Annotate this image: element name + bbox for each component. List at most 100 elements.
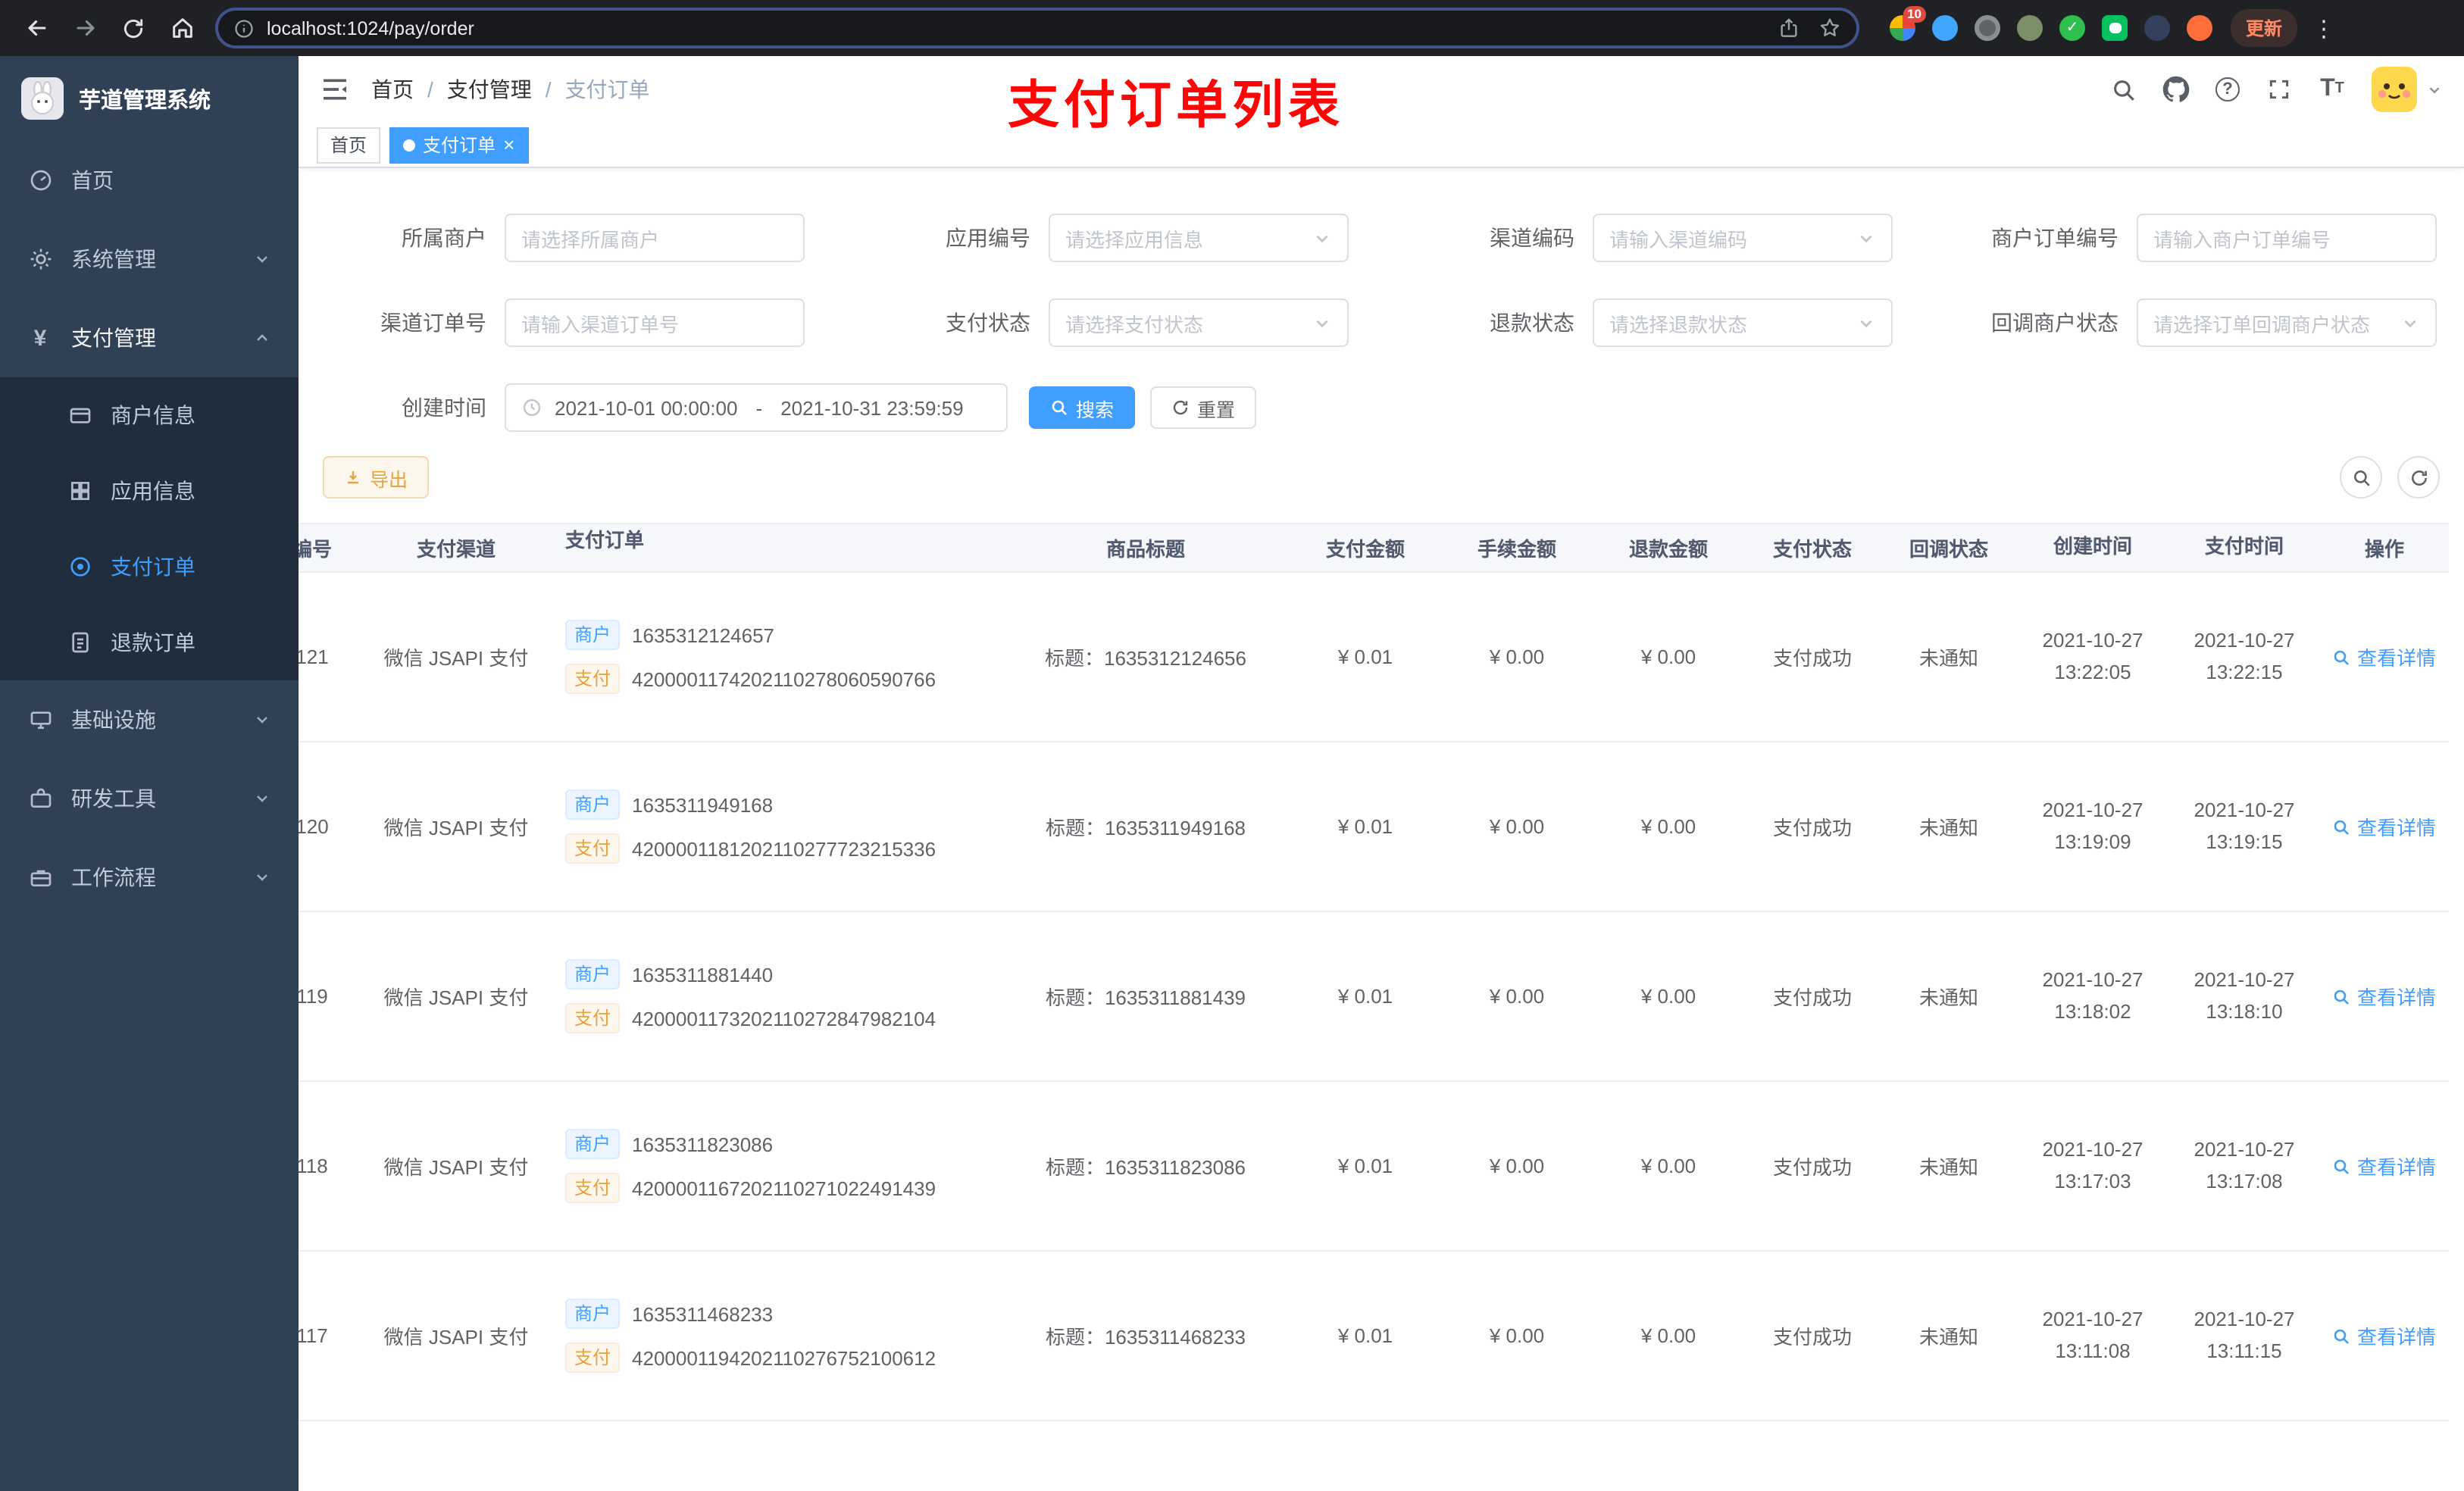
breadcrumb-home[interactable]: 首页 [371,74,414,105]
sidebar-item-label: 研发工具 [71,786,156,811]
cell-action: 查看详情 [2320,1082,2449,1250]
breadcrumb-separator: / [427,77,433,102]
reset-button[interactable]: 重置 [1150,386,1257,429]
order-number: 1635311949168 [632,793,774,816]
sidebar-toggle-icon[interactable] [320,74,350,105]
forward-icon[interactable] [64,7,106,49]
refresh-table-button[interactable] [2397,456,2440,499]
profile-avatar-icon[interactable] [2187,15,2212,41]
merchant-tag: 商户 [565,959,621,989]
table-header-row: 编号 支付渠道 支付订单 商品标题 支付金额 手续金额 退款金额 支付状态 回调… [299,523,2449,573]
cell-pay-time: 2021-10-27 13:11:15 [2194,1307,2295,1362]
cell-refund-amount: ¥ 0.00 [1640,815,1696,838]
order-number: 4200001174202110278060590766 [632,667,937,690]
cell-notify-status: 未通知 [1918,1326,1978,1349]
refresh-icon [1173,400,1188,415]
cell-pay-order: 商户 1635311881440 支付 42000011732021102728479… [547,912,1002,1080]
table-row: 120 微信 JSAPI 支付 商户 1635311949168 支付 420000118… [299,742,2449,912]
tab-pay-order[interactable]: 支付订单 × [389,127,529,163]
pay-tag: 支付 [565,1173,621,1203]
chrome-update-button[interactable]: 更新 [2231,9,2298,47]
merchant-order-no-input[interactable]: 请输入商户订单编号 [2137,214,2437,262]
create-time-range-picker[interactable]: 2021-10-01 00:00:00 - 2021-10-31 23:59:5… [505,383,1008,432]
view-detail-link[interactable]: 查看详情 [2333,812,2436,841]
cell-refund-amount: ¥ 0.00 [1640,1324,1696,1347]
cell-pay-amount: ¥ 0.01 [1337,645,1393,668]
active-dot [403,139,416,151]
search-icon[interactable] [2109,76,2137,103]
cell-notify-status: 未通知 [1918,1156,1978,1179]
sidebar-item-refund-order[interactable]: 退款订单 [0,605,299,680]
sidebar-item-infra[interactable]: 基础设施 [0,680,299,759]
cell-pay-order: 商户 1635312124657 支付 42000011742021102780605… [547,573,1002,741]
back-icon[interactable] [15,7,58,49]
sidebar-item-pay[interactable]: ¥ 支付管理 [0,299,299,377]
font-size-icon[interactable]: TT [2319,76,2346,103]
view-detail-link[interactable]: 查看详情 [2333,982,2436,1011]
magnifier-icon [2334,989,2350,1004]
view-detail-link[interactable]: 查看详情 [2333,642,2436,671]
view-detail-link[interactable]: 查看详情 [2333,1321,2436,1350]
breadcrumb-pay-manage[interactable]: 支付管理 [447,74,532,105]
extension-check-icon[interactable]: ✓ [2059,15,2085,41]
bookmark-star-icon[interactable] [1818,17,1841,39]
export-button[interactable]: 导出 [323,456,430,499]
callback-status-select[interactable]: 请选择订单回调商户状态 [2137,299,2437,347]
table-row: 118 微信 JSAPI 支付 商户 1635311823086 支付 420000116… [299,1082,2449,1252]
col-fee-amount: 手续金额 [1477,538,1556,561]
app-select[interactable]: 请选择应用信息 [1049,214,1349,262]
github-icon[interactable] [2162,76,2190,103]
share-icon[interactable] [1778,17,1800,39]
cell-order-id: 120 [299,815,329,838]
briefcase-icon [27,864,53,890]
search-button[interactable]: 搜索 [1029,386,1136,429]
sidebar-item-pay-order[interactable]: 支付订单 [0,529,299,605]
user-avatar[interactable] [2372,67,2443,112]
fullscreen-icon[interactable] [2265,76,2293,103]
extension-olive-icon[interactable] [2017,15,2043,41]
close-icon[interactable]: × [503,135,514,155]
col-pay-time: 支付时间 [2204,535,2284,558]
sidebar-item-merchant-info[interactable]: 商户信息 [0,377,299,453]
filter-callback-status: 回调商户状态 请选择订单回调商户状态 [1955,299,2437,347]
col-channel: 支付渠道 [416,538,496,561]
browser-menu-icon[interactable]: ⋮ [2303,14,2346,42]
breadcrumb-separator: / [545,77,552,102]
toolbox-icon [27,786,53,811]
reload-icon[interactable] [112,7,155,49]
channel-order-no-input[interactable]: 请输入渠道订单号 [505,299,805,347]
sidebar-item-app-info[interactable]: 应用信息 [0,453,299,529]
extension-colorful-icon[interactable]: 10 [1890,6,1926,41]
sidebar-item-dev-tools[interactable]: 研发工具 [0,759,299,838]
sidebar-item-workflow[interactable]: 工作流程 [0,838,299,917]
bullseye-icon [67,554,92,580]
tab-label: 支付订单 [423,135,496,156]
cell-pay-channel: 微信 JSAPI 支付 [383,986,529,1009]
cell-pay-status: 支付成功 [1772,817,1852,839]
cell-goods-title: 标题：1635311823086 [1045,1156,1246,1179]
sidebar-item-label: 系统管理 [71,247,156,271]
cell-pay-status: 支付成功 [1772,1326,1852,1349]
pay-status-select[interactable]: 请选择支付状态 [1049,299,1349,347]
tab-home[interactable]: 首页 [317,127,381,163]
cell-pay-time: 2021-10-27 13:17:08 [2194,1137,2295,1192]
extension-blue-icon[interactable] [1932,15,1958,41]
cell-action: 查看详情 [2320,912,2449,1080]
sidebar-item-system[interactable]: 系统管理 [0,220,299,299]
toggle-search-button[interactable] [2340,456,2382,499]
extension-gray-icon[interactable] [1975,15,2000,41]
site-info-icon[interactable] [233,17,255,39]
extension-dark-icon[interactable] [2144,15,2170,41]
merchant-select[interactable]: 请选择所属商户 [505,214,805,262]
channel-code-select[interactable]: 请输入渠道编码 [1593,214,1893,262]
filter-label: 回调商户状态 [1991,311,2118,335]
help-icon[interactable]: ? [2215,77,2240,102]
refund-status-select[interactable]: 请选择退款状态 [1593,299,1893,347]
filter-channel-order-no: 渠道订单号 请输入渠道订单号 [323,299,805,347]
url-bar[interactable]: localhost:1024/pay/order [215,8,1859,48]
monitor-icon [27,707,53,733]
sidebar-item-home[interactable]: 首页 [0,141,299,220]
extension-wechat-icon[interactable] [2102,15,2128,41]
home-icon[interactable] [161,7,203,49]
view-detail-link[interactable]: 查看详情 [2333,1152,2436,1180]
